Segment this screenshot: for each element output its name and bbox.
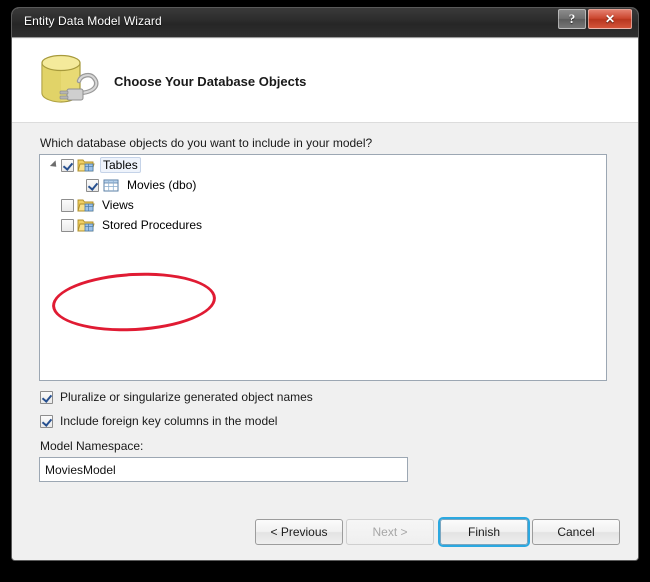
option-label: Include foreign key columns in the model	[60, 414, 278, 428]
database-cylinder-plug-icon	[41, 54, 99, 103]
views-folder-icon	[77, 197, 95, 213]
finish-button[interactable]: Finish	[440, 519, 528, 545]
tree-node-label: Views	[102, 198, 134, 212]
next-button: Next >	[346, 519, 434, 545]
checkbox-icon[interactable]	[40, 390, 53, 404]
table-grid-icon	[102, 177, 120, 193]
cancel-button[interactable]: Cancel	[532, 519, 620, 545]
wizard-header: Choose Your Database Objects	[12, 39, 638, 123]
wizard-body: Which database objects do you want to in…	[12, 123, 638, 560]
stored-procedures-folder-icon	[77, 217, 95, 233]
checkbox-icon[interactable]	[61, 198, 74, 212]
checkbox-icon[interactable]	[61, 158, 74, 172]
checkbox-icon[interactable]	[86, 178, 99, 192]
tree-node-label: Stored Procedures	[102, 218, 203, 232]
tree-node[interactable]: Views	[40, 195, 606, 215]
tables-folder-icon	[77, 157, 95, 173]
close-icon[interactable]: ✕	[588, 9, 632, 29]
page-title: Choose Your Database Objects	[114, 74, 307, 89]
database-objects-tree[interactable]: Tables Movies (dbo) Views Stored Procedures	[39, 154, 607, 381]
model-namespace-input[interactable]	[39, 457, 408, 482]
checkbox-icon[interactable]	[40, 414, 53, 428]
tree-node[interactable]: Movies (dbo)	[40, 175, 606, 195]
help-icon[interactable]: ?	[558, 9, 586, 29]
expander-collapse-icon[interactable]	[46, 155, 61, 175]
window-title: Entity Data Model Wizard	[24, 14, 162, 28]
prompt-label: Which database objects do you want to in…	[40, 136, 373, 150]
previous-button[interactable]: < Previous	[255, 519, 343, 545]
tree-node-label: Tables	[100, 157, 141, 173]
wizard-window: Entity Data Model Wizard ? ✕ Choose Your…	[12, 8, 638, 560]
title-bar[interactable]: Entity Data Model Wizard ? ✕	[12, 8, 638, 38]
model-namespace-label: Model Namespace:	[40, 439, 144, 453]
tree-node[interactable]: Stored Procedures	[40, 215, 606, 235]
option-pluralize[interactable]: Pluralize or singularize generated objec…	[40, 390, 313, 404]
tree-node[interactable]: Tables	[40, 155, 606, 175]
tree-node-label: Movies (dbo)	[127, 178, 197, 192]
checkbox-icon[interactable]	[61, 218, 74, 232]
option-label: Pluralize or singularize generated objec…	[60, 390, 313, 404]
option-foreign-keys[interactable]: Include foreign key columns in the model	[40, 414, 277, 428]
